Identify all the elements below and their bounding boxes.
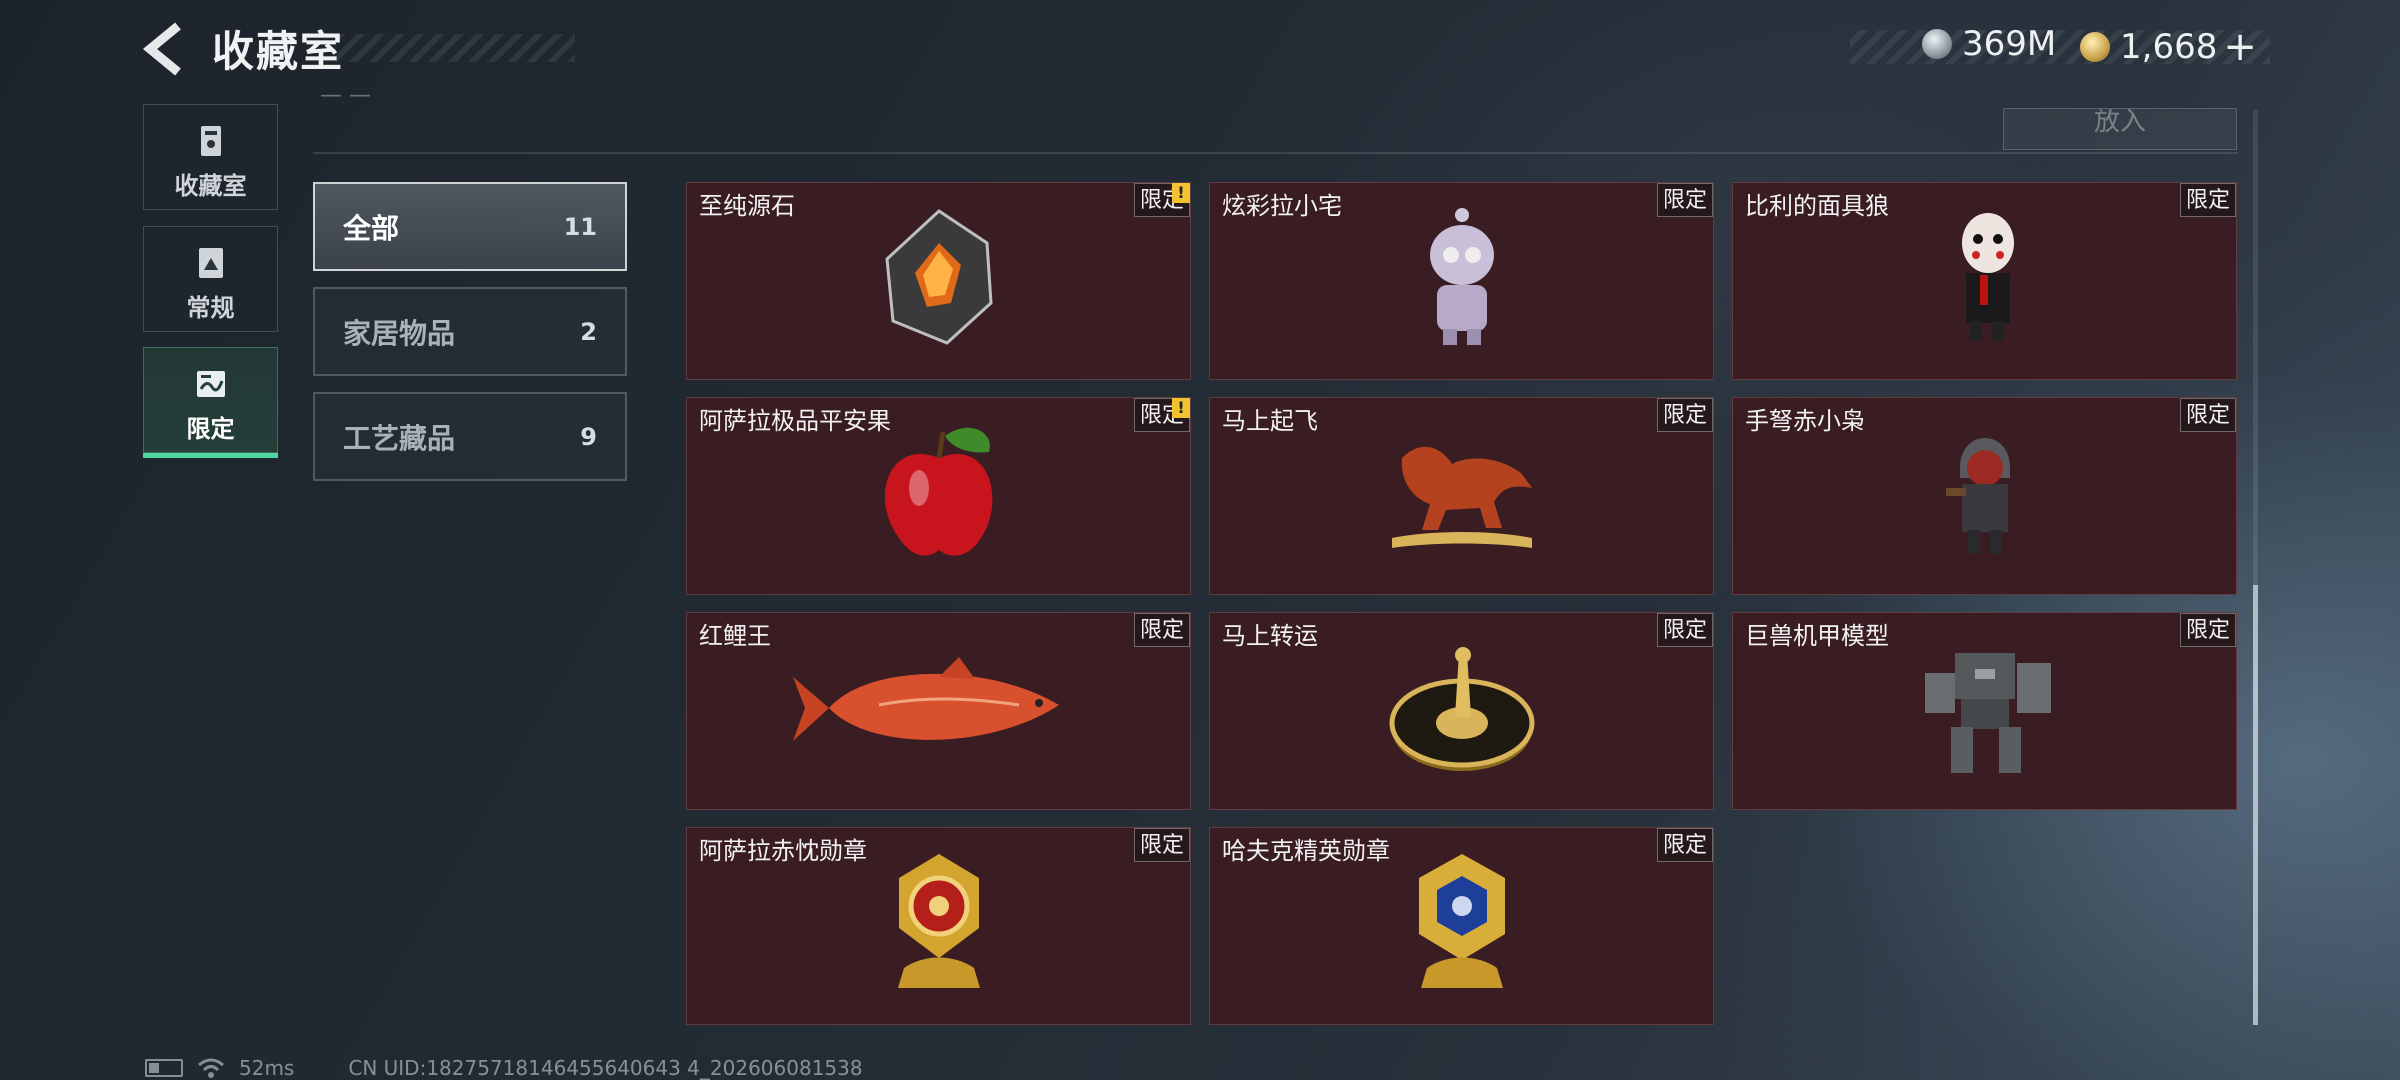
silver-coin-icon xyxy=(1922,29,1952,59)
filter-count: 2 xyxy=(580,317,597,346)
filter-home-items[interactable]: 家居物品 2 xyxy=(313,287,627,376)
item-card[interactable]: 红鲤王 限定 xyxy=(686,612,1191,810)
item-name: 哈夫克精英勋章 xyxy=(1222,837,1390,865)
item-card[interactable]: 至纯源石 限定 ! xyxy=(686,182,1191,380)
filter-all[interactable]: 全部 11 xyxy=(313,182,627,271)
back-arrow-icon[interactable] xyxy=(138,22,194,76)
gemstone-icon xyxy=(884,209,993,345)
filter-label: 家居物品 xyxy=(343,316,456,350)
side-tab-label: 常规 xyxy=(186,294,235,322)
item-name: 至纯源石 xyxy=(699,192,795,220)
limited-tag: 限定 xyxy=(1657,828,1713,862)
gold-currency[interactable]: 1,668 + xyxy=(2080,24,2257,70)
title-decoration xyxy=(335,34,575,62)
mech-model-icon xyxy=(1924,653,2051,773)
item-name: 手弩赤小枭 xyxy=(1745,407,1865,435)
item-card[interactable]: 比利的面具狼 限定 xyxy=(1732,182,2237,380)
item-card[interactable]: 哈夫克精英勋章 限定 xyxy=(1209,827,1714,1025)
item-name: 红鲤王 xyxy=(699,622,771,650)
figurine-icon xyxy=(1429,208,1494,345)
limited-icon xyxy=(196,371,225,397)
apple-icon xyxy=(884,427,992,556)
item-card[interactable]: 手弩赤小枭 限定 xyxy=(1732,397,2237,595)
limited-tag: 限定 xyxy=(1134,613,1190,647)
gold-coin-icon xyxy=(2080,32,2110,62)
status-footer: 52ms CN UID:18275718146455640643 4_20260… xyxy=(145,1056,863,1080)
collection-icon xyxy=(200,126,221,156)
item-card[interactable]: 马上起飞 限定 xyxy=(1209,397,1714,595)
item-card[interactable]: 马上转运 限定 xyxy=(1209,612,1714,810)
carp-fish-icon xyxy=(792,657,1059,741)
wifi-icon xyxy=(198,1058,224,1078)
side-tab-label: 限定 xyxy=(186,415,235,443)
limited-tag: 限定 xyxy=(2180,613,2236,647)
item-card[interactable]: 巨兽机甲模型 限定 xyxy=(1732,612,2237,810)
filter-count: 9 xyxy=(580,422,597,451)
gold-currency-value: 1,668 xyxy=(2120,27,2218,67)
item-name: 阿萨拉赤忱勋章 xyxy=(699,837,867,865)
item-name: 阿萨拉极品平安果 xyxy=(699,407,891,435)
ping-value: 52ms xyxy=(239,1056,295,1080)
masked-figure-icon xyxy=(1961,213,2014,341)
limited-tag: 限定 xyxy=(1657,398,1713,432)
silver-currency: 369M xyxy=(1922,24,2056,64)
silver-currency-value: 369M xyxy=(1962,24,2057,64)
badge-icon xyxy=(1418,854,1505,988)
header-divider xyxy=(313,152,2238,154)
item-card[interactable]: 阿萨拉赤忱勋章 限定 xyxy=(686,827,1191,1025)
item-card[interactable]: 炫彩拉小宅 限定 xyxy=(1209,182,1714,380)
limited-tag: 限定 xyxy=(1657,613,1713,647)
filter-label: 工艺藏品 xyxy=(343,421,456,455)
page-title: 收藏室 xyxy=(212,27,345,76)
item-name: 马上起飞 xyxy=(1222,407,1318,435)
side-tab-collection[interactable]: 收藏室 xyxy=(143,104,278,210)
fortune-dial-icon xyxy=(1389,647,1534,771)
item-name: 马上转运 xyxy=(1222,622,1318,650)
horse-statue-icon xyxy=(1391,446,1532,548)
battery-icon xyxy=(145,1059,183,1077)
alert-badge: ! xyxy=(1172,183,1190,203)
filter-crafts[interactable]: 工艺藏品 9 xyxy=(313,392,627,481)
filter-count: 11 xyxy=(563,212,597,241)
hooded-figure-icon xyxy=(1945,438,2010,554)
add-currency-button[interactable]: + xyxy=(2223,24,2257,70)
alert-badge: ! xyxy=(1172,398,1190,418)
partial-hidden-text: — — xyxy=(320,92,371,108)
put-in-button[interactable]: 放入 xyxy=(2003,108,2237,150)
limited-tag: 限定 xyxy=(1134,828,1190,862)
side-tab-limited[interactable]: 限定 xyxy=(143,347,278,458)
item-name: 比利的面具狼 xyxy=(1745,192,1889,220)
side-tab-label: 收藏室 xyxy=(174,172,247,200)
filter-label: 全部 xyxy=(343,211,400,245)
uid-text: CN UID:18275718146455640643 4_2026060815… xyxy=(348,1056,863,1080)
medal-icon xyxy=(897,854,980,988)
document-icon xyxy=(198,248,223,278)
limited-tag: 限定 xyxy=(1657,183,1713,217)
limited-tag: 限定 xyxy=(2180,398,2236,432)
item-card[interactable]: 阿萨拉极品平安果 限定 ! xyxy=(686,397,1191,595)
item-name: 巨兽机甲模型 xyxy=(1745,622,1889,650)
scrollbar-thumb[interactable] xyxy=(2253,585,2258,1025)
limited-tag: 限定 xyxy=(2180,183,2236,217)
side-tab-regular[interactable]: 常规 xyxy=(143,226,278,332)
item-name: 炫彩拉小宅 xyxy=(1222,192,1342,220)
